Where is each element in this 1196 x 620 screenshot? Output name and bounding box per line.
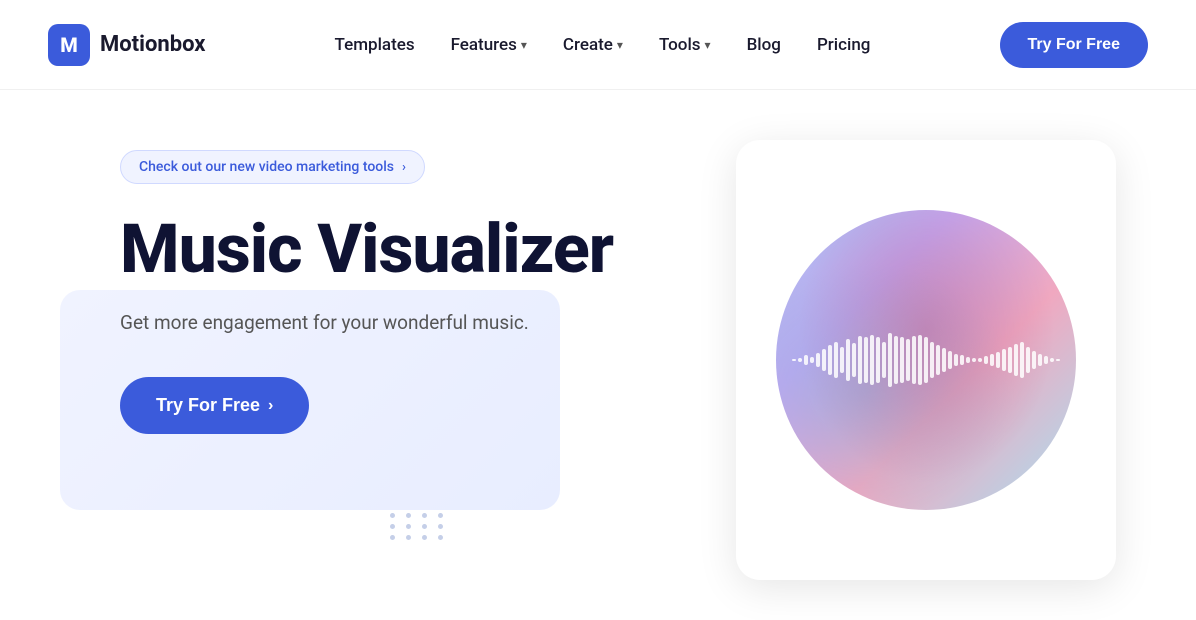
wave-bar (882, 342, 886, 378)
wave-bar (1002, 349, 1006, 371)
wave-bar (954, 354, 958, 366)
wave-bar (816, 353, 820, 367)
dots-pattern (390, 513, 448, 540)
wave-bar (870, 335, 874, 385)
logo-icon: M (48, 24, 90, 66)
logo[interactable]: M Motionbox (48, 24, 205, 66)
wave-bar (1050, 358, 1054, 363)
wave-bar (966, 357, 970, 363)
dot (406, 535, 411, 540)
wave-bar (990, 354, 994, 366)
wave-bar (906, 339, 910, 381)
hero-subtitle: Get more engagement for your wonderful m… (120, 309, 700, 338)
wave-bar (810, 357, 814, 363)
chevron-down-icon: ▾ (705, 38, 711, 52)
hero-badge[interactable]: Check out our new video marketing tools … (120, 150, 425, 184)
wave-bar (1044, 356, 1048, 364)
wave-bar (846, 339, 850, 381)
wave-bar (996, 352, 1000, 369)
wave-bar (852, 343, 856, 377)
dot (406, 524, 411, 529)
visualizer-circle (776, 210, 1076, 510)
wave-bar (792, 359, 796, 361)
nav-item-pricing[interactable]: Pricing (817, 35, 871, 55)
nav-item-create[interactable]: Create ▾ (563, 35, 623, 55)
wave-bar (1026, 347, 1030, 373)
wave-bar (936, 345, 940, 375)
dot (438, 513, 443, 518)
hero-section: Check out our new video marketing tools … (0, 90, 1196, 620)
hero-title: Music Visualizer (120, 212, 700, 287)
nav-item-tools[interactable]: Tools ▾ (659, 35, 711, 55)
wave-bar (798, 358, 802, 363)
nav-item-templates[interactable]: Templates (335, 35, 415, 55)
nav-item-blog[interactable]: Blog (747, 35, 781, 55)
chevron-down-icon: ▾ (521, 38, 527, 52)
wave-bar (876, 337, 880, 383)
wave-bar (912, 336, 916, 384)
wave-bar (864, 337, 868, 383)
chevron-down-icon: ▾ (617, 38, 623, 52)
wave-bar (1014, 344, 1018, 375)
wave-bar (804, 355, 808, 365)
dot (390, 535, 395, 540)
wave-bar (960, 355, 964, 365)
wave-bar (858, 336, 862, 384)
wave-bar (1020, 342, 1024, 378)
dot (422, 524, 427, 529)
nav-item-features[interactable]: Features ▾ (451, 35, 527, 55)
dot (422, 513, 427, 518)
wave-bar (840, 347, 844, 373)
wave-bar (918, 335, 922, 385)
brand-name: Motionbox (100, 32, 205, 57)
wave-bar (822, 349, 826, 371)
dot (438, 535, 443, 540)
nav-cta-button[interactable]: Try For Free (1000, 22, 1148, 68)
wave-bar (942, 348, 946, 372)
wave-bar (1032, 351, 1036, 369)
wave-bar (984, 356, 988, 364)
wave-bar (894, 336, 898, 384)
hero-left: Check out our new video marketing tools … (120, 130, 700, 434)
wave-bar (924, 337, 928, 383)
nav-links: Templates Features ▾ Create ▾ Tools ▾ Bl… (335, 35, 871, 55)
wave-bar (948, 351, 952, 369)
wave-bar (1056, 359, 1060, 361)
wave-bar (1038, 354, 1042, 366)
wave-bar (930, 342, 934, 378)
dot (390, 513, 395, 518)
wave-bar (888, 333, 892, 387)
dot (390, 524, 395, 529)
wave-bar (1008, 347, 1012, 373)
dot (438, 524, 443, 529)
hero-visualizer-card (736, 140, 1116, 580)
wave-bar (972, 358, 976, 362)
cta-chevron-icon: › (268, 397, 273, 415)
wave-bar (828, 345, 832, 375)
wave-bar (978, 358, 982, 363)
dot (406, 513, 411, 518)
wave-bar (834, 342, 838, 378)
navbar: M Motionbox Templates Features ▾ Create … (0, 0, 1196, 90)
wave-bar (900, 337, 904, 383)
waveform (776, 330, 1076, 390)
dot (422, 535, 427, 540)
badge-chevron-icon: › (402, 160, 406, 175)
hero-cta-button[interactable]: Try For Free › (120, 377, 309, 434)
